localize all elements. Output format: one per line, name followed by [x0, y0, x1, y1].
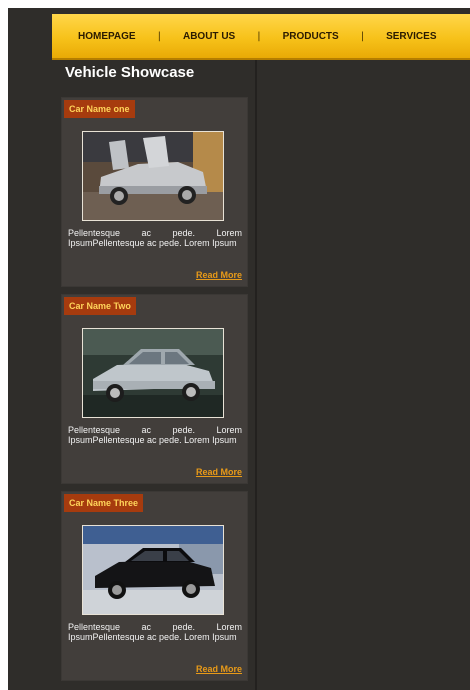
read-more-link[interactable]: Read More — [196, 664, 242, 674]
section-title: Vehicle Showcase — [65, 64, 195, 81]
black-luxury-sedan-image — [83, 526, 223, 614]
nav-separator: | — [360, 30, 365, 42]
nav-about-us[interactable]: ABOUT US — [183, 31, 235, 42]
card-title: Car Name Two — [64, 297, 136, 315]
car-photo[interactable] — [82, 328, 224, 418]
nav-products[interactable]: PRODUCTS — [283, 31, 339, 42]
read-more-link[interactable]: Read More — [196, 270, 242, 280]
card-description: Pellentesque ac pede. Lorem IpsumPellent… — [68, 228, 242, 248]
top-navigation: HOMEPAGE | ABOUT US | PRODUCTS | SERVICE… — [52, 14, 470, 60]
page-frame: HOMEPAGE | ABOUT US | PRODUCTS | SERVICE… — [8, 8, 470, 690]
card-description: Pellentesque ac pede. Lorem IpsumPellent… — [68, 425, 242, 445]
car-photo[interactable] — [82, 131, 224, 221]
nav-separator: | — [257, 30, 261, 42]
vehicle-card: Car Name Two Pellentesque ac pede. Lorem… — [61, 294, 248, 484]
silver-sports-car-image — [83, 132, 223, 220]
vehicle-card: Car Name Three Pellentesque ac pede. Lor… — [61, 491, 248, 681]
nav-homepage[interactable]: HOMEPAGE — [78, 31, 136, 42]
card-title: Car Name one — [64, 100, 135, 118]
card-description: Pellentesque ac pede. Lorem IpsumPellent… — [68, 622, 242, 642]
vehicle-card: Car Name one Pellentesque ac pede. Lorem… — [61, 97, 248, 287]
column-divider — [255, 60, 257, 690]
card-title: Car Name Three — [64, 494, 144, 512]
nav-services[interactable]: SERVICES — [386, 31, 436, 42]
car-photo[interactable] — [82, 525, 224, 615]
read-more-link[interactable]: Read More — [196, 467, 242, 477]
silver-sedan-image — [83, 329, 223, 417]
nav-separator: | — [157, 30, 161, 42]
